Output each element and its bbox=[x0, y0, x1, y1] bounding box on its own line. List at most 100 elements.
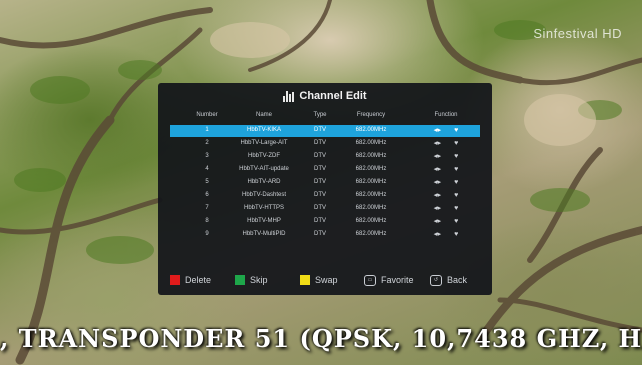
heart-icon[interactable]: ♥ bbox=[454, 231, 458, 238]
header-type: Type bbox=[313, 112, 327, 118]
channel-watermark: Sinfestival HD bbox=[533, 26, 622, 41]
move-arrow-icon[interactable]: ◂•▸ bbox=[434, 231, 442, 238]
channel-functions: ◂•▸ ♥ bbox=[422, 140, 470, 147]
channel-name: HbbTV-AIT-update bbox=[239, 166, 289, 172]
channel-name: HbbTV-HTTPS bbox=[243, 205, 284, 211]
channel-number: 5 bbox=[205, 179, 209, 185]
red-key-icon bbox=[170, 275, 180, 285]
favorite-label: Favorite bbox=[381, 275, 414, 285]
channel-name: HbbTV-ARD bbox=[247, 179, 281, 185]
channel-type: DTV bbox=[314, 192, 326, 198]
heart-icon[interactable]: ♥ bbox=[454, 127, 458, 134]
heart-icon[interactable]: ♥ bbox=[454, 179, 458, 186]
channel-row[interactable]: 4 HbbTV-AIT-update DTV 682.00MHz ◂•▸ ♥ bbox=[170, 164, 480, 176]
channel-functions: ◂•▸ ♥ bbox=[422, 205, 470, 212]
channel-name: HbbTV-KIKA bbox=[246, 127, 281, 133]
move-arrow-icon[interactable]: ◂•▸ bbox=[434, 153, 442, 160]
heart-icon[interactable]: ♥ bbox=[454, 153, 458, 160]
channel-type: DTV bbox=[314, 179, 326, 185]
back-key[interactable]: ↺ Back bbox=[430, 272, 467, 288]
channel-number: 1 bbox=[205, 127, 209, 133]
channel-frequency: 682.00MHz bbox=[355, 153, 387, 159]
channel-row[interactable]: 8 HbbTV-MHP DTV 682.00MHz ◂•▸ ♥ bbox=[170, 216, 480, 228]
channel-type: DTV bbox=[314, 218, 326, 224]
delete-label: Delete bbox=[185, 275, 212, 285]
favorite-key[interactable]: ▭ Favorite bbox=[364, 272, 414, 288]
key-legend: Delete Skip Swap ▭ Favorite ↺ Back bbox=[158, 272, 492, 288]
heart-icon[interactable]: ♥ bbox=[454, 140, 458, 147]
move-arrow-icon[interactable]: ◂•▸ bbox=[434, 166, 442, 173]
transponder-ticker: , TRANSPONDER 51 (QPSK, 10,7438 GHZ, H, … bbox=[0, 324, 642, 353]
back-key-icon: ↺ bbox=[430, 274, 442, 286]
move-arrow-icon[interactable]: ◂•▸ bbox=[434, 140, 442, 147]
channel-row[interactable]: 2 HbbTV-Large-AIT DTV 682.00MHz ◂•▸ ♥ bbox=[170, 138, 480, 150]
fav-key-icon: ▭ bbox=[364, 274, 376, 286]
channel-name: HbbTV-Dashtest bbox=[241, 192, 287, 198]
channel-type: DTV bbox=[314, 127, 326, 133]
table-header: Number Name Type Frequency Function bbox=[158, 112, 492, 122]
channel-type: DTV bbox=[314, 205, 326, 211]
channel-functions: ◂•▸ ♥ bbox=[422, 166, 470, 173]
channel-name: HbbTV-MultiPID bbox=[242, 231, 286, 237]
channel-name: HbbTV-MHP bbox=[247, 218, 281, 224]
channel-functions: ◂•▸ ♥ bbox=[422, 153, 470, 160]
channel-type: DTV bbox=[314, 231, 326, 237]
swap-label: Swap bbox=[315, 275, 338, 285]
channel-row[interactable]: 9 HbbTV-MultiPID DTV 682.00MHz ◂•▸ ♥ bbox=[170, 229, 480, 241]
channel-functions: ◂•▸ ♥ bbox=[422, 192, 470, 199]
header-number: Number bbox=[196, 112, 218, 118]
heart-icon[interactable]: ♥ bbox=[454, 192, 458, 199]
channel-number: 4 bbox=[205, 166, 209, 172]
header-frequency: Frequency bbox=[356, 112, 386, 118]
green-key-icon bbox=[235, 275, 245, 285]
move-arrow-icon[interactable]: ◂•▸ bbox=[434, 127, 442, 134]
channel-frequency: 682.00MHz bbox=[355, 218, 387, 224]
channel-row[interactable]: 3 HbbTV-ZDF DTV 682.00MHz ◂•▸ ♥ bbox=[170, 151, 480, 163]
channel-frequency: 682.00MHz bbox=[355, 127, 387, 133]
heart-icon[interactable]: ♥ bbox=[454, 218, 458, 225]
dialog-title: Channel Edit bbox=[299, 90, 367, 102]
channel-row[interactable]: 1 HbbTV-KIKA DTV 682.00MHz ◂•▸ ♥ bbox=[170, 125, 480, 137]
channel-type: DTV bbox=[314, 153, 326, 159]
channel-type: DTV bbox=[314, 166, 326, 172]
header-name: Name bbox=[255, 112, 272, 118]
channel-number: 3 bbox=[205, 153, 209, 159]
move-arrow-icon[interactable]: ◂•▸ bbox=[434, 192, 442, 199]
skip-key[interactable]: Skip bbox=[235, 272, 268, 288]
header-function: Function bbox=[434, 112, 458, 118]
channel-frequency: 682.00MHz bbox=[355, 179, 387, 185]
back-label: Back bbox=[447, 275, 468, 285]
channel-number: 9 bbox=[205, 231, 209, 237]
channel-number: 2 bbox=[205, 140, 209, 146]
channel-name: HbbTV-Large-AIT bbox=[240, 140, 288, 146]
channel-number: 8 bbox=[205, 218, 209, 224]
channel-row[interactable]: 5 HbbTV-ARD DTV 682.00MHz ◂•▸ ♥ bbox=[170, 177, 480, 189]
channel-number: 6 bbox=[205, 192, 209, 198]
move-arrow-icon[interactable]: ◂•▸ bbox=[434, 218, 442, 225]
channel-functions: ◂•▸ ♥ bbox=[422, 231, 470, 238]
channel-frequency: 682.00MHz bbox=[355, 192, 387, 198]
move-arrow-icon[interactable]: ◂•▸ bbox=[434, 205, 442, 212]
move-arrow-icon[interactable]: ◂•▸ bbox=[434, 179, 442, 186]
skip-label: Skip bbox=[250, 275, 268, 285]
channel-frequency: 682.00MHz bbox=[355, 140, 387, 146]
yellow-key-icon bbox=[300, 275, 310, 285]
channel-frequency: 682.00MHz bbox=[355, 231, 387, 237]
equalizer-icon bbox=[283, 90, 295, 102]
channel-type: DTV bbox=[314, 140, 326, 146]
heart-icon[interactable]: ♥ bbox=[454, 205, 458, 212]
channel-number: 7 bbox=[205, 205, 209, 211]
channel-edit-dialog: Channel Edit Number Name Type Frequency … bbox=[158, 83, 492, 295]
channel-functions: ◂•▸ ♥ bbox=[422, 127, 470, 134]
channel-frequency: 682.00MHz bbox=[355, 166, 387, 172]
dialog-title-bar: Channel Edit bbox=[158, 87, 492, 105]
channel-functions: ◂•▸ ♥ bbox=[422, 218, 470, 225]
channel-row[interactable]: 6 HbbTV-Dashtest DTV 682.00MHz ◂•▸ ♥ bbox=[170, 190, 480, 202]
channel-functions: ◂•▸ ♥ bbox=[422, 179, 470, 186]
channel-frequency: 682.00MHz bbox=[355, 205, 387, 211]
delete-key[interactable]: Delete bbox=[170, 272, 211, 288]
channel-name: HbbTV-ZDF bbox=[247, 153, 280, 159]
swap-key[interactable]: Swap bbox=[300, 272, 338, 288]
heart-icon[interactable]: ♥ bbox=[454, 166, 458, 173]
channel-row[interactable]: 7 HbbTV-HTTPS DTV 682.00MHz ◂•▸ ♥ bbox=[170, 203, 480, 215]
